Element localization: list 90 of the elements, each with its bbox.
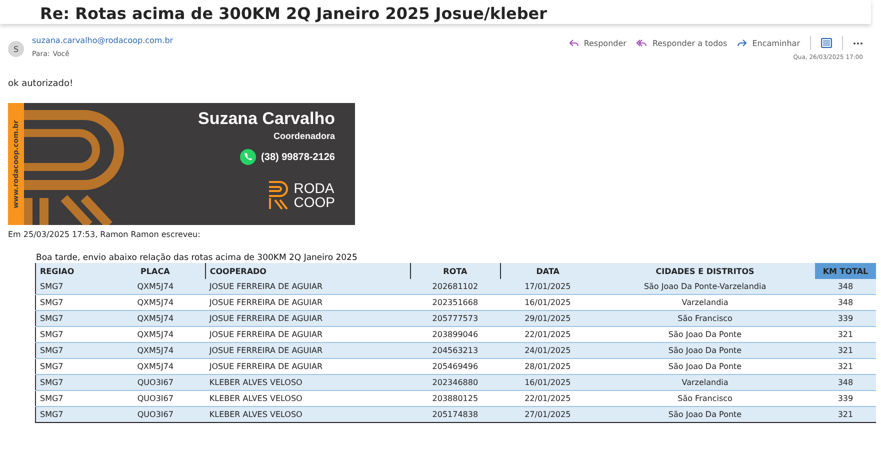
table-cell: SMG7: [36, 294, 106, 310]
table-cell: 321: [814, 326, 876, 342]
table-cell: JOSUE FERREIRA DE AGUIAR: [205, 279, 410, 294]
reply-button[interactable]: Responder: [568, 38, 626, 48]
table-cell: 205469496: [410, 358, 500, 374]
table-cell: SMG7: [36, 310, 106, 326]
table-cell: 202346880: [410, 374, 500, 390]
quote-header: Em 25/03/2025 17:53, Ramon Ramon escreveu:: [8, 230, 202, 239]
forward-button[interactable]: Encaminhar: [737, 38, 800, 48]
table-cell: QXM5J74: [105, 342, 206, 358]
sender-avatar: S: [8, 41, 24, 57]
table-cell: 205174838: [410, 406, 500, 422]
column-header: ROTA: [410, 263, 500, 279]
table-cell: São Joao Da Ponte: [595, 342, 815, 358]
table-cell: 348: [814, 374, 876, 390]
table-cell: JOSUE FERREIRA DE AGUIAR: [205, 294, 410, 310]
table-cell: SMG7: [36, 326, 106, 342]
table-cell: 16/01/2025: [500, 294, 596, 310]
table-cell: 24/01/2025: [500, 342, 596, 358]
table-cell: QUO3I67: [105, 374, 206, 390]
logo-text-top: RODA: [294, 181, 335, 195]
reply-all-icon: [636, 39, 648, 47]
reply-icon: [568, 39, 579, 47]
column-header: COOPERADO: [205, 263, 410, 279]
table-cell: 321: [814, 358, 876, 374]
table-cell: 202351668: [410, 294, 500, 310]
table-cell: São Joao Da Ponte: [595, 406, 815, 422]
table-cell: 22/01/2025: [500, 326, 596, 342]
table-cell: 348: [814, 279, 876, 294]
email-subject: Re: Rotas acima de 300KM 2Q Janeiro 2025 Josue/kleber: [40, 4, 548, 24]
table-cell: Varzelandia: [595, 294, 815, 310]
table-cell: 203899046: [410, 326, 500, 342]
table-cell: QXM5J74: [105, 358, 206, 374]
table-cell: 17/01/2025: [500, 279, 596, 294]
column-header: DATA: [500, 263, 596, 279]
table-cell: 28/01/2025: [500, 358, 596, 374]
table-cell: QXM5J74: [105, 326, 206, 342]
table-cell: 204563213: [410, 342, 500, 358]
table-cell: 22/01/2025: [500, 390, 596, 406]
column-header: CIDADES E DISTRITOS: [595, 263, 815, 279]
table-cell: QUO3I67: [105, 406, 206, 422]
signature-name: Suzana Carvalho: [198, 109, 335, 129]
table-cell: São Joao Da Ponte-Varzelandia: [595, 279, 815, 294]
table-cell: JOSUE FERREIRA DE AGUIAR: [205, 342, 410, 358]
logo-icon: [268, 180, 290, 210]
table-cell: KLEBER ALVES VELOSO: [205, 374, 410, 390]
table-cell: JOSUE FERREIRA DE AGUIAR: [205, 358, 410, 374]
table-cell: SMG7: [36, 342, 106, 358]
reply-all-button[interactable]: Responder a todos: [636, 38, 728, 48]
table-cell: QXM5J74: [105, 279, 206, 294]
table-cell: SMG7: [36, 279, 106, 294]
table-cell: QXM5J74: [105, 294, 206, 310]
more-options-icon[interactable]: [853, 42, 863, 44]
table-intro: Boa tarde, envio abaixo relação das rotas acima de 300KM 2Q Janeiro 2025: [36, 253, 358, 263]
table-cell: SMG7: [36, 358, 106, 374]
message-body: ok autorizado!: [8, 79, 74, 89]
table-cell: SMG7: [36, 406, 106, 422]
table-cell: 348: [814, 294, 876, 310]
table-cell: 29/01/2025: [500, 310, 596, 326]
table-cell: São Joao Da Ponte: [595, 326, 815, 342]
whatsapp-icon: [239, 148, 258, 166]
table-cell: 339: [814, 390, 876, 406]
column-header: REGIAO: [36, 263, 106, 279]
table-cell: SMG7: [36, 374, 106, 390]
phone-number: (38) 99878-2126: [261, 152, 335, 162]
table-cell: KLEBER ALVES VELOSO: [205, 406, 410, 422]
table-cell: JOSUE FERREIRA DE AGUIAR: [205, 310, 410, 326]
column-header: PLACA: [105, 263, 206, 279]
table-cell: 321: [814, 406, 876, 422]
table-cell: São Francisco: [595, 390, 815, 406]
signature-role: Coordenadora: [273, 131, 335, 141]
table-cell: KLEBER ALVES VELOSO: [205, 390, 410, 406]
logo-text-bottom: COOP: [294, 195, 335, 209]
table-cell: QXM5J74: [105, 310, 206, 326]
table-cell: JOSUE FERREIRA DE AGUIAR: [205, 326, 410, 342]
table-cell: 16/01/2025: [500, 374, 596, 390]
table-cell: 27/01/2025: [500, 406, 596, 422]
table-cell: São Francisco: [595, 310, 815, 326]
table-cell: São Joao Da Ponte: [595, 358, 815, 374]
table-cell: 202681102: [410, 279, 500, 294]
table-cell: 205777573: [410, 310, 500, 326]
table-cell: SMG7: [36, 390, 106, 406]
sender-address[interactable]: suzana.carvalho@rodacoop.com.br: [32, 36, 569, 45]
column-header: KM TOTAL: [814, 263, 876, 279]
table-cell: QUO3I67: [105, 390, 206, 406]
table-cell: 203880125: [410, 390, 500, 406]
table-cell: Varzelandia: [595, 374, 815, 390]
forward-icon: [737, 39, 748, 47]
table-cell: 339: [814, 310, 876, 326]
table-cell: 321: [814, 342, 876, 358]
